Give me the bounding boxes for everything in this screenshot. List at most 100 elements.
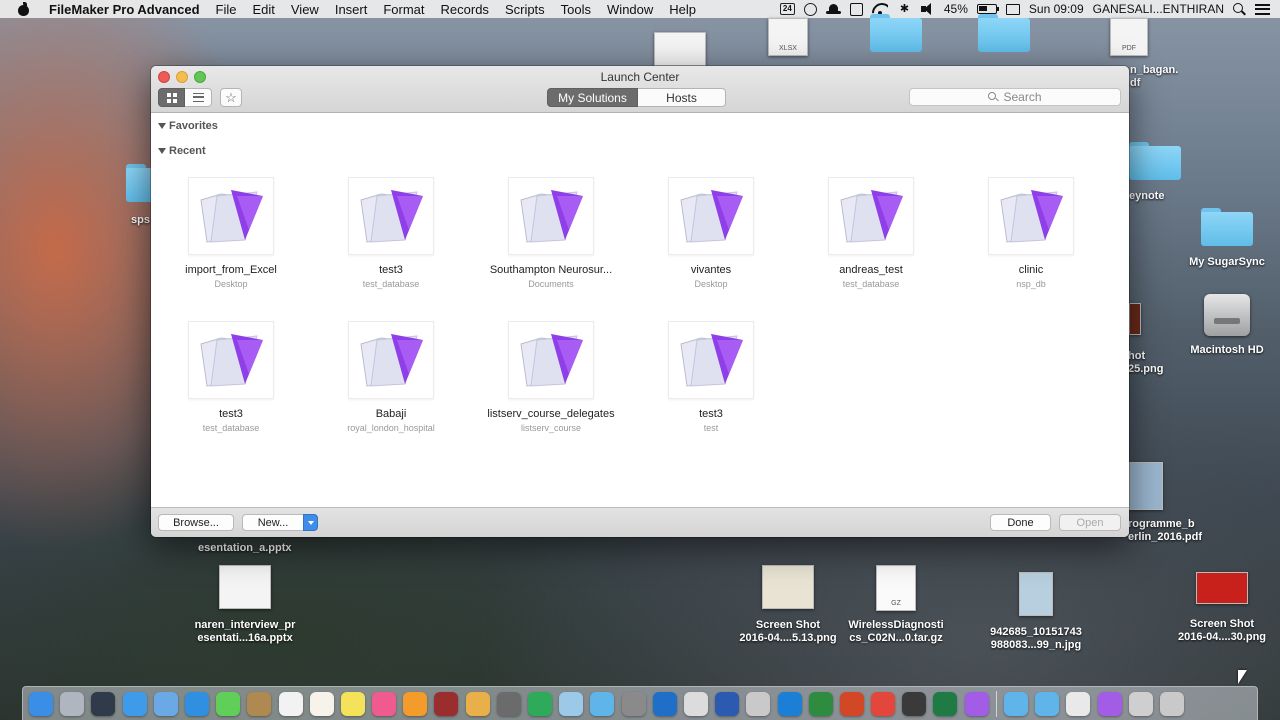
document-icon[interactable] <box>1066 691 1091 716</box>
menu-format[interactable]: Format <box>383 2 424 17</box>
desktop-thumb-presentation-top[interactable] <box>654 32 706 66</box>
menu-edit[interactable]: Edit <box>252 2 274 17</box>
notes-icon[interactable] <box>309 691 334 716</box>
file-item[interactable]: test3 test_database <box>311 177 471 289</box>
desktop-item-my-sugarsync[interactable]: My SugarSync <box>1172 208 1280 269</box>
app-store-icon[interactable] <box>122 691 147 716</box>
keyboard-viewer-icon[interactable] <box>683 691 708 716</box>
filemaker-icon[interactable] <box>964 691 989 716</box>
image-capture-icon[interactable] <box>621 691 646 716</box>
menu-app-name[interactable]: FileMaker Pro Advanced <box>49 2 200 17</box>
info-status-icon[interactable] <box>803 2 817 16</box>
scanner-icon[interactable] <box>746 691 771 716</box>
excel-icon[interactable] <box>933 691 958 716</box>
battery-percent[interactable]: 45% <box>944 2 968 16</box>
desktop-xlsx-file[interactable]: XLSX <box>768 18 808 56</box>
file-item[interactable]: clinic nsp_db <box>951 177 1111 289</box>
downloads-folder-icon[interactable] <box>1035 691 1060 716</box>
menu-records[interactable]: Records <box>441 2 489 17</box>
menu-view[interactable]: View <box>291 2 319 17</box>
desktop-partial-label-keynote[interactable]: eynote <box>1129 190 1164 203</box>
desktop-item-macintosh-hd[interactable]: Macintosh HD <box>1172 294 1280 357</box>
volume-icon[interactable] <box>920 3 935 15</box>
calendar-icon[interactable] <box>278 691 303 716</box>
new-dropdown-arrow-icon[interactable] <box>303 514 318 531</box>
done-button[interactable]: Done <box>990 514 1051 531</box>
desktop-partial-label-presentation[interactable]: esentation_a.pptx <box>198 542 292 555</box>
word-icon[interactable] <box>715 691 740 716</box>
desktop-item-wireless-diagnostics[interactable]: GZ WirelessDiagnosti cs_C02N...0.tar.gz <box>841 565 951 645</box>
sugarsync-icon[interactable] <box>808 691 833 716</box>
menu-insert[interactable]: Insert <box>335 2 368 17</box>
clock[interactable]: Sun 09:09 <box>1029 2 1084 16</box>
desktop-item-screenshot-30[interactable]: Screen Shot 2016-04....30.png <box>1167 572 1277 644</box>
ibooks-icon[interactable] <box>403 691 428 716</box>
outlook-icon[interactable] <box>652 691 677 716</box>
file-item[interactable]: test3 test <box>631 321 791 433</box>
file-item[interactable]: listserv_course_delegates listserv_cours… <box>471 321 631 433</box>
open-button[interactable]: Open <box>1059 514 1121 531</box>
menu-help[interactable]: Help <box>669 2 696 17</box>
menu-window[interactable]: Window <box>607 2 653 17</box>
numbers-icon[interactable] <box>528 691 552 716</box>
documents-folder-icon[interactable] <box>1004 691 1028 716</box>
desktop-item-screenshot-513[interactable]: Screen Shot 2016-04....5.13.png <box>733 565 843 645</box>
printer-icon[interactable] <box>1128 691 1153 716</box>
system-preferences-icon[interactable] <box>496 691 521 716</box>
tab-my-solutions[interactable]: My Solutions <box>547 88 638 107</box>
chrome-icon[interactable] <box>871 691 896 716</box>
desktop-pdf-file[interactable]: PDF <box>1110 18 1148 56</box>
spotlight-icon[interactable] <box>1233 2 1246 16</box>
file-item[interactable]: import_from_Excel Desktop <box>151 177 311 289</box>
grid-view-button[interactable] <box>158 88 185 107</box>
contacts-icon[interactable] <box>247 691 272 716</box>
desktop-item-naren-pptx[interactable]: naren_interview_pr esentati...16a.pptx <box>190 565 300 645</box>
browse-button[interactable]: Browse... <box>158 514 234 531</box>
desktop-partial-label-spss[interactable]: sps <box>131 214 150 227</box>
video-icon[interactable] <box>902 691 927 716</box>
folder-icon[interactable] <box>978 14 1030 52</box>
safari-icon[interactable] <box>184 691 209 716</box>
new-button[interactable]: New... <box>242 514 304 531</box>
filemaker-doc-icon[interactable] <box>1097 691 1122 716</box>
favorites-section-header[interactable]: Favorites <box>158 120 218 132</box>
mission-control-icon[interactable] <box>91 691 116 716</box>
launchpad-icon[interactable] <box>60 691 85 716</box>
file-item[interactable]: vivantes Desktop <box>631 177 791 289</box>
desktop-partial-label-bagan[interactable]: n_bagan. df <box>1130 64 1178 90</box>
preview-icon[interactable] <box>153 691 178 716</box>
powerpoint-icon[interactable] <box>839 691 864 716</box>
search-field[interactable]: Search <box>909 88 1121 106</box>
desktop-partial-thumb-shot[interactable] <box>1129 303 1141 335</box>
tab-hosts[interactable]: Hosts <box>638 88 726 107</box>
favorite-star-button[interactable]: ☆ <box>220 88 242 107</box>
desktop-partial-label-shot[interactable]: hot 25.png <box>1128 350 1163 376</box>
stickies-icon[interactable] <box>340 691 365 716</box>
desktop-item-jpg[interactable]: 942685_10151743 988083...99_n.jpg <box>981 572 1091 652</box>
recent-section-header[interactable]: Recent <box>158 145 206 157</box>
finder-icon[interactable] <box>29 691 53 716</box>
photos-icon[interactable] <box>465 691 490 716</box>
menu-tools[interactable]: Tools <box>561 2 591 17</box>
internet-explorer-icon[interactable] <box>777 691 802 716</box>
file-item[interactable]: Babaji royal_london_hospital <box>311 321 471 433</box>
list-view-button[interactable] <box>185 88 212 107</box>
calendar-status-icon[interactable]: 24 <box>779 3 795 15</box>
file-item[interactable]: andreas_test test_database <box>791 177 951 289</box>
alfred-hat-icon[interactable] <box>825 4 841 14</box>
user-name[interactable]: GANESALI...ENTHIRAN <box>1093 2 1224 16</box>
desktop-partial-thumb-programme[interactable] <box>1129 462 1163 510</box>
apple-menu-icon[interactable] <box>17 2 31 16</box>
menu-file[interactable]: File <box>216 2 237 17</box>
photo-booth-icon[interactable] <box>434 691 459 716</box>
folder-icon[interactable] <box>870 14 922 52</box>
itunes-icon[interactable] <box>372 691 397 716</box>
notification-center-icon[interactable] <box>1255 3 1270 15</box>
file-item[interactable]: Southampton Neurosur... Documents <box>471 177 631 289</box>
folder-icon[interactable] <box>1129 142 1181 180</box>
messages-icon[interactable] <box>216 691 241 716</box>
battery-icon[interactable] <box>976 4 999 14</box>
desktop-partial-label-programme[interactable]: rogramme_b erlin_2016.pdf <box>1128 518 1202 544</box>
keynote-tools-icon[interactable] <box>559 691 584 716</box>
menu-scripts[interactable]: Scripts <box>505 2 545 17</box>
